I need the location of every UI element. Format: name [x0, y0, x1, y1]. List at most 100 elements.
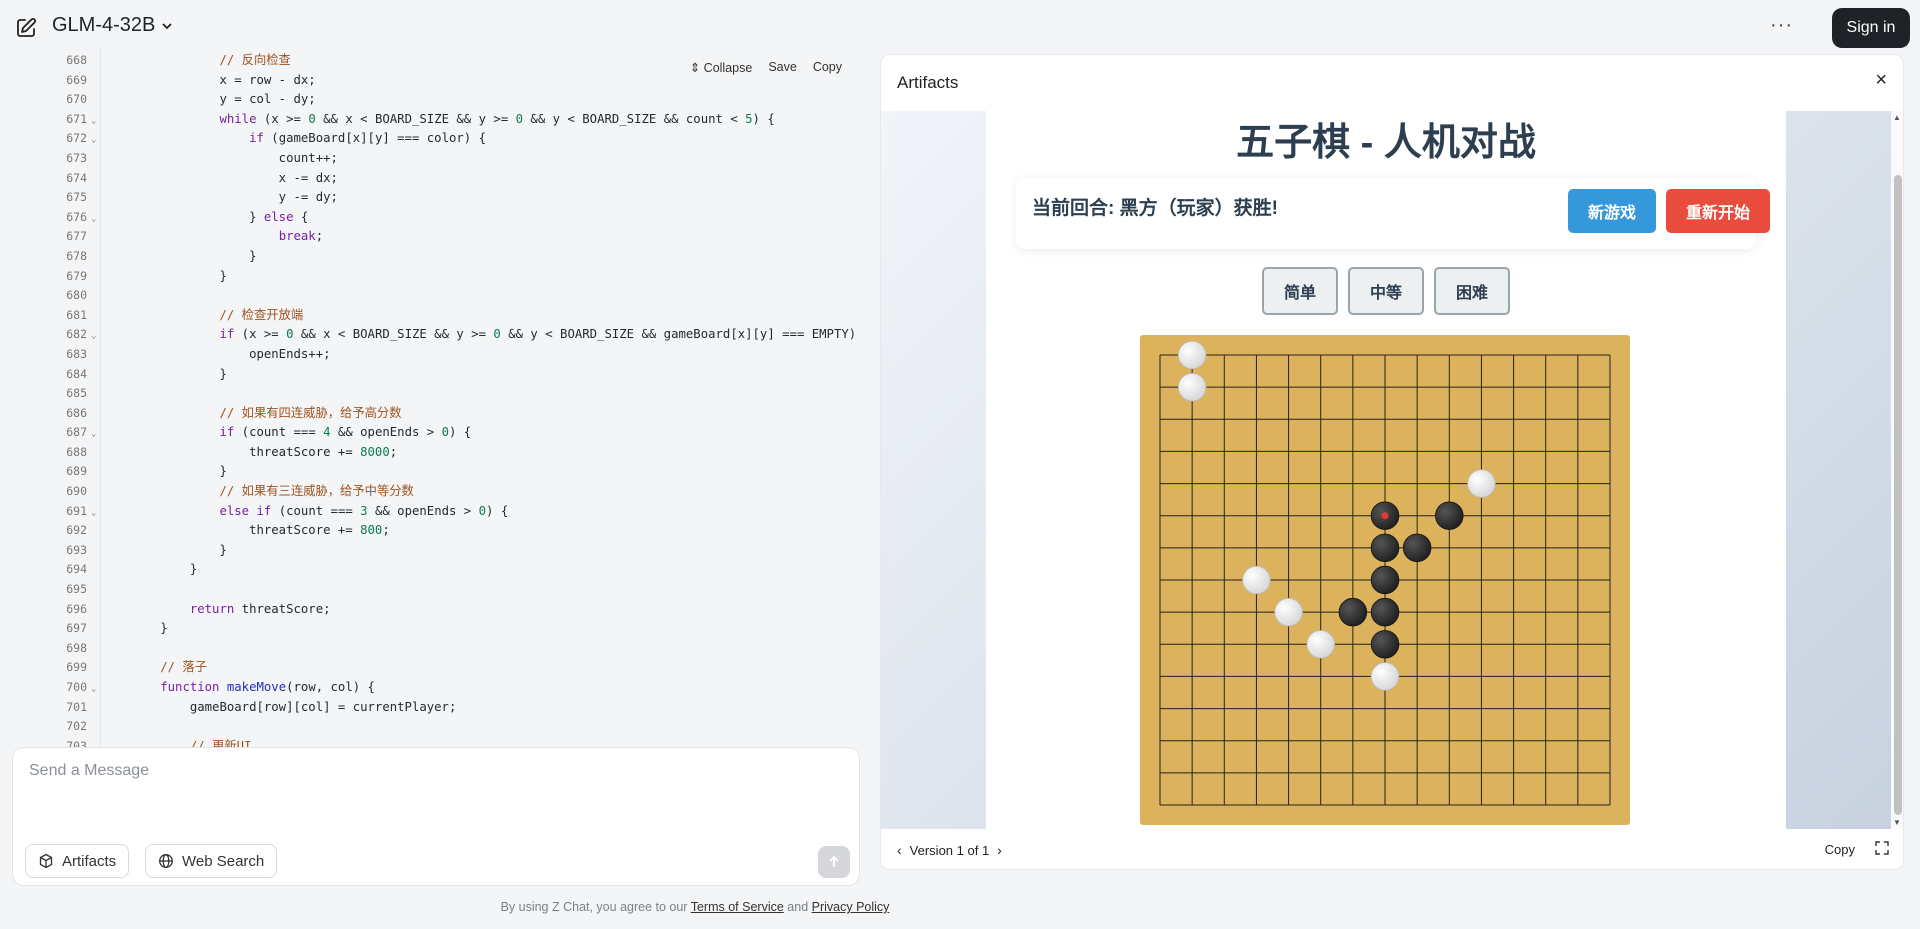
version-label: Version 1 of 1 — [909, 842, 990, 858]
collapse-button[interactable]: ⇕ Collapse — [690, 60, 753, 75]
copy-code-button[interactable]: Copy — [813, 60, 842, 75]
game-title: 五子棋 - 人机对战 — [1236, 122, 1536, 164]
line-number: 671 — [66, 111, 87, 126]
code-text: } else { — [101, 209, 309, 224]
message-input[interactable] — [29, 762, 829, 780]
white-stone — [1306, 630, 1335, 659]
line-number: 689 — [66, 464, 87, 479]
black-stone — [1370, 533, 1400, 563]
code-text: } — [101, 366, 227, 381]
code-text: if (gameBoard[x][y] === color) { — [249, 131, 486, 146]
white-stone — [1274, 597, 1303, 627]
difficulty-hard-button[interactable]: 困难 — [1434, 267, 1510, 315]
artifacts-toggle-label: Artifacts — [62, 852, 117, 870]
code-line: 701 gameBoard[row][col] = currentPlayer; — [0, 698, 860, 718]
code-line: 682 ⌄ if (x >= 0 && x < BOARD_SIZE && y >… — [0, 325, 860, 345]
line-number: 702 — [66, 719, 87, 734]
code-text: if (x >= 0 && x < BOARD_SIZE && y >= 0 &… — [219, 327, 857, 342]
code-text: } — [101, 621, 168, 636]
difficulty-easy-button[interactable]: 简单 — [1262, 267, 1338, 315]
new-game-button[interactable]: 新游戏 — [1568, 189, 1656, 233]
code-line: 694 } — [0, 560, 860, 580]
code-line: 672 ⌄ if (gameBoard[x][y] === color) { — [0, 129, 860, 149]
scroll-down-icon[interactable]: ▼ — [1893, 818, 1901, 827]
scroll-up-icon[interactable]: ▲ — [1893, 113, 1901, 122]
line-number: 685 — [66, 386, 87, 401]
message-composer: Artifacts Web Search — [12, 747, 860, 886]
line-number: 675 — [66, 190, 87, 205]
code-line: 678 } — [0, 247, 860, 267]
line-number: 673 — [66, 150, 87, 165]
line-number: 686 — [66, 405, 87, 420]
line-number: 697 — [66, 621, 87, 636]
close-icon[interactable]: × — [1875, 69, 1887, 92]
code-line: 696 return threatScore; — [0, 600, 860, 620]
code-text: x -= dx; — [101, 170, 338, 185]
code-text: if (count === 4 && openEnds > 0) { — [219, 425, 472, 440]
chevron-left-icon[interactable]: ‹ — [897, 842, 902, 858]
code-line: 675 y -= dy; — [0, 188, 860, 208]
scrollbar-thumb[interactable] — [1894, 175, 1902, 815]
code-text: count++; — [101, 150, 338, 165]
code-line: 680 — [0, 286, 860, 306]
model-selector[interactable]: GLM-4-32B — [52, 14, 173, 37]
terms-link[interactable]: Terms of Service — [691, 900, 784, 914]
artifacts-toggle-button[interactable]: Artifacts — [25, 844, 130, 878]
copy-artifact-button[interactable]: Copy — [1825, 842, 1855, 857]
web-search-button[interactable]: Web Search — [145, 844, 278, 878]
artifacts-panel: Artifacts × 五子棋 - 人机对战 当前回合: 黑方（玩家）获胜! 新… — [880, 54, 1904, 870]
difficulty-medium-button[interactable]: 中等 — [1348, 267, 1424, 315]
model-name-label: GLM-4-32B — [52, 14, 156, 36]
code-line: 670 y = col - dy; — [0, 90, 860, 110]
code-text: } — [101, 542, 227, 557]
code-text: gameBoard[row][col] = currentPlayer; — [101, 699, 457, 714]
black-stone — [1435, 501, 1464, 530]
line-number: 696 — [66, 601, 87, 616]
line-number: 688 — [66, 444, 87, 459]
chevron-right-icon[interactable]: › — [997, 842, 1002, 858]
turn-status: 当前回合: 黑方（玩家）获胜! — [1032, 198, 1278, 219]
code-line: 674 x -= dx; — [0, 169, 860, 189]
code-text: // 如果有三连威胁，给予中等分数 — [101, 484, 414, 499]
white-stone — [1467, 469, 1496, 498]
fullscreen-icon[interactable] — [1875, 841, 1889, 855]
new-chat-icon[interactable] — [14, 16, 38, 40]
game-board[interactable] — [1140, 335, 1630, 825]
code-text: openEnds++; — [101, 346, 331, 361]
code-line: 685 — [0, 384, 860, 404]
code-text: break; — [278, 229, 324, 244]
line-number: 690 — [66, 484, 87, 499]
code-text: x = row - dx; — [101, 72, 316, 87]
arrow-up-icon — [829, 855, 839, 867]
web-search-label: Web Search — [182, 852, 265, 870]
code-line: 676 ⌄ } else { — [0, 208, 860, 228]
line-number: 691 — [66, 503, 87, 518]
code-line: 677 break; — [0, 227, 860, 247]
code-line: 692 threatScore += 800; — [0, 521, 860, 541]
sign-in-button[interactable]: Sign in — [1832, 8, 1910, 48]
more-options-button[interactable]: ··· — [1770, 14, 1793, 37]
code-line: 690 // 如果有三连威胁，给予中等分数 — [0, 482, 860, 502]
line-number: 699 — [66, 660, 87, 675]
line-number: 693 — [66, 542, 87, 557]
line-number: 676 — [66, 209, 87, 224]
line-number: 695 — [66, 582, 87, 597]
gomoku-app: 五子棋 - 人机对战 当前回合: 黑方（玩家）获胜! 新游戏 重新开始 简单 中… — [986, 111, 1786, 829]
black-stone — [1338, 597, 1368, 627]
restart-button[interactable]: 重新开始 — [1666, 189, 1770, 233]
code-text: // 如果有四连威胁，给予高分数 — [101, 405, 402, 420]
globe-icon — [159, 854, 173, 868]
preview-scrollbar[interactable]: ▲ ▼ — [1891, 111, 1903, 829]
privacy-link[interactable]: Privacy Policy — [812, 900, 890, 914]
code-text: } — [101, 248, 257, 263]
cube-icon — [39, 853, 53, 869]
code-line: 693 } — [0, 541, 860, 561]
black-stone — [1370, 565, 1400, 595]
save-button[interactable]: Save — [768, 60, 797, 75]
code-line: 698 — [0, 639, 860, 659]
line-number: 668 — [66, 53, 87, 67]
code-text: // 落子 — [101, 660, 208, 675]
send-button[interactable] — [818, 846, 850, 878]
white-stone — [1177, 340, 1207, 370]
code-line: 671 ⌄ while (x >= 0 && x < BOARD_SIZE && … — [0, 110, 860, 130]
